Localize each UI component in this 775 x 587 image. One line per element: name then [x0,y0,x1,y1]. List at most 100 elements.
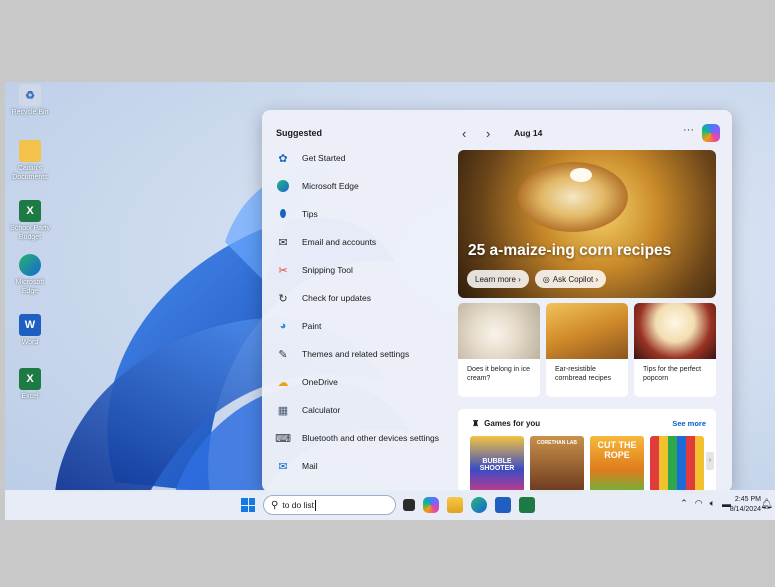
edge-icon [19,254,41,276]
file-explorer-icon[interactable] [447,497,463,513]
ice-cream-image [458,303,540,359]
prev-day-button[interactable]: ‹ [462,126,486,141]
calculator-icon: ▦ [277,404,289,417]
volume-icon[interactable]: 🔈︎ [710,498,715,509]
hero-card[interactable]: 25 a-maize-ing corn recipes Learn more ›… [458,150,716,298]
games-scroll-right-button[interactable]: › [706,452,714,470]
suggested-item-themes[interactable]: ✎ Themes and related settings [276,340,456,368]
article-card-text: Does it belong in ice cream? [467,366,531,382]
suggested-item-email-accounts[interactable]: ✉ Email and accounts [276,228,456,256]
article-card-ice-cream[interactable]: Does it belong in ice cream? [458,303,540,397]
recycle-bin-icon: ♻ [19,84,41,106]
tips-icon: ⬮ [279,207,287,220]
copilot-icon[interactable] [702,124,720,142]
article-card-popcorn[interactable]: Tips for the perfect popcorn [634,303,716,397]
suggested-item-bluetooth[interactable]: ⌨ Bluetooth and other devices settings [275,424,456,452]
mail-icon: ✉ [278,460,288,473]
word-icon[interactable] [495,497,511,513]
suggested-item-label: Bluetooth and other devices settings [302,433,440,443]
article-card-cornbread[interactable]: Ear-resistible cornbread recipes [546,303,628,397]
desktop-icon-budget[interactable]: X School Party Budget [9,200,51,242]
article-card-text: Tips for the perfect popcorn [643,366,702,382]
task-view-icon[interactable] [403,499,415,511]
start-button[interactable] [241,498,255,512]
devices-icon: ⌨ [275,432,291,445]
wifi-icon[interactable]: ◠ [695,498,703,509]
ask-copilot-button[interactable]: ◎ Ask Copilot › [534,270,607,288]
system-tray: ⌃ ◠ 🔈︎ ▬ [680,498,731,509]
copilot-icon[interactable] [423,497,439,513]
suggested-item-label: Themes and related settings [302,349,410,359]
snipping-tool-icon: ✂ [278,264,288,277]
brush-icon: ✎ [278,348,288,361]
desktop-icon-documents[interactable]: Caitlin's Documents [9,140,51,182]
see-more-link[interactable]: See more [672,419,706,428]
game-tile-label: CUT THE ROPE [597,440,637,460]
game-tile-cut-the-rope[interactable]: CUT THE ROPE [590,436,644,492]
hero-title[interactable]: 25 a-maize-ing corn recipes [468,242,671,260]
onedrive-icon: ☁ [277,376,289,389]
game-tile-bubble-shooter[interactable]: BUBBLE SHOOTER [470,436,524,492]
learn-more-button[interactable]: Learn more › [467,270,529,288]
feed-header: ‹ › Aug 14 ··· [462,124,722,142]
mail-outline-icon: ✉ [278,236,288,249]
excel-file-icon: X [19,200,41,222]
word-icon: W [19,314,41,336]
suggested-item-mail[interactable]: ✉ Mail [276,452,456,480]
edge-icon[interactable] [471,497,487,513]
games-section: ♜ Games for you See more BUBBLE SHOOTER … [458,409,716,492]
taskbar-search-box[interactable]: ⚲ to do list [263,495,396,515]
suggested-item-label: Calculator [302,405,341,415]
paint-icon: ◕ [279,320,287,332]
game-tile-label: BUBBLE SHOOTER [479,458,515,472]
desktop-icon-recycle-bin[interactable]: ♻ Recycle Bin [9,84,51,117]
taskbar: ⚲ to do list ⌃ ◠ 🔈︎ ▬ 2:45 PM 8/14/2024 … [5,490,775,520]
excel-icon[interactable] [519,497,535,513]
more-options-button[interactable]: ··· [683,124,694,136]
feed-date: Aug 14 [514,128,543,138]
suggested-item-label: Tips [302,209,318,219]
get-started-icon: ✿ [278,152,288,165]
desktop-icon-word[interactable]: W Word [9,314,51,347]
suggested-item-get-started[interactable]: ✿ Get Started [276,144,456,172]
search-input[interactable]: to do list [282,500,314,510]
copilot-chat-icon: ◎ [542,274,550,284]
desktop-icon-edge[interactable]: Microsoft Edge [9,254,51,296]
suggested-item-onedrive[interactable]: ☁ OneDrive [276,368,456,396]
clock[interactable]: 2:45 PM 8/14/2024 [730,495,761,515]
next-day-button[interactable]: › [486,126,510,141]
desktop-icon-excel[interactable]: X Excel [9,368,51,401]
cornbread-image [546,303,628,359]
chevron-up-icon[interactable]: ⌃ [680,498,688,509]
game-tile-lab[interactable]: CORETHAN LAB [530,436,584,492]
widgets-panel: Suggested ✿ Get Started Microsoft Edge ⬮… [262,110,732,492]
suggested-item-label: Paint [302,321,322,331]
popcorn-image [634,303,716,359]
games-heading: ♜ Games for you [472,419,540,428]
suggested-item-paint[interactable]: ◕ Paint [276,312,456,340]
game-tile-blocks[interactable] [650,436,704,492]
search-icon: ⚲ [271,499,279,511]
folder-icon [19,140,41,162]
trophy-icon: ♜ [472,419,480,428]
article-cards: Does it belong in ice cream? Ear-resisti… [458,303,716,397]
suggested-heading: Suggested [276,128,323,138]
suggested-item-label: OneDrive [302,377,338,387]
suggested-item-label: Mail [302,461,318,471]
clock-time: 2:45 PM [734,496,761,503]
excel-icon: X [19,368,41,390]
text-caret [314,499,316,511]
article-card-text: Ear-resistible cornbread recipes [555,366,612,382]
suggested-item-calculator[interactable]: ▦ Calculator [276,396,456,424]
screen: ♻ Recycle Bin Caitlin's Documents X Scho… [0,0,775,587]
notification-bell-icon[interactable]: 🔔︎ [760,499,773,510]
suggested-item-edge[interactable]: Microsoft Edge [276,172,456,200]
suggested-list: ✿ Get Started Microsoft Edge ⬮ Tips ✉ Em… [275,144,456,480]
suggested-item-tips[interactable]: ⬮ Tips [276,200,456,228]
ask-copilot-label: Ask Copilot › [552,274,599,284]
refresh-icon: ↻ [278,292,288,305]
suggested-item-label: Check for updates [302,293,371,303]
suggested-item-label: Email and accounts [302,237,377,247]
suggested-item-check-updates[interactable]: ↻ Check for updates [276,284,456,312]
suggested-item-snipping-tool[interactable]: ✂ Snipping Tool [276,256,456,284]
